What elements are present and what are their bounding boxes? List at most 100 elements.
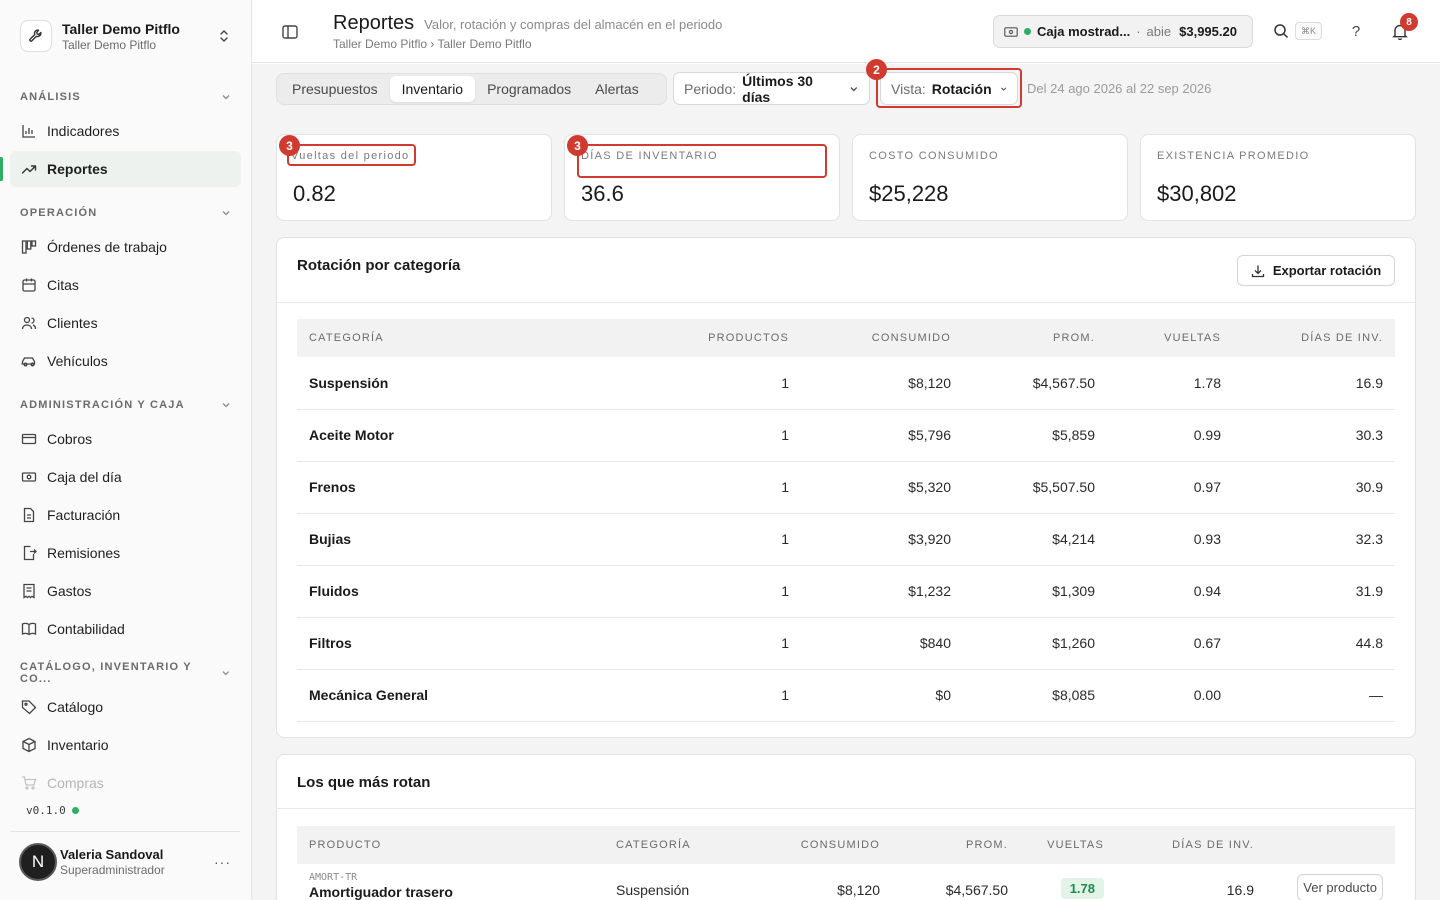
- column-header[interactable]: CONSUMIDO: [801, 319, 963, 357]
- sidebar-item-reportes[interactable]: Reportes: [0, 151, 241, 187]
- column-header[interactable]: VUELTAS: [1107, 319, 1233, 357]
- cell-category: Frenos: [297, 461, 647, 514]
- sidebar-toggle-icon[interactable]: [281, 23, 299, 41]
- user-name: Valeria Sandoval: [60, 846, 164, 862]
- table-row[interactable]: Frenos 1 $5,320 $5,507.50 0.97 30.9: [297, 461, 1395, 514]
- sidebar-item-caja-del-dia[interactable]: Caja del día: [10, 459, 241, 495]
- cell-products: 1: [647, 617, 801, 670]
- column-header[interactable]: PROM.: [892, 826, 1020, 864]
- sidebar-item-label: Caja del día: [47, 469, 122, 485]
- cell-consumed: $8,120: [801, 357, 963, 410]
- section-title: ADMINISTRACIÓN Y CAJA: [20, 399, 185, 411]
- page-title: Reportes: [333, 12, 415, 34]
- column-header[interactable]: PRODUCTO: [297, 826, 604, 864]
- stat-value: 0.82: [293, 181, 336, 206]
- section-administracion-header[interactable]: ADMINISTRACIÓN Y CAJA: [20, 397, 232, 413]
- cash-register-button[interactable]: Caja mostrad... · abie $3,995.20: [993, 15, 1253, 48]
- section-operacion-header[interactable]: OPERACIÓN: [20, 205, 232, 221]
- column-header[interactable]: VUELTAS: [1020, 826, 1116, 864]
- cell-days: 16.9: [1226, 882, 1254, 898]
- sidebar-item-indicadores[interactable]: Indicadores: [10, 113, 241, 149]
- stat-value: $30,802: [1157, 181, 1237, 206]
- user-menu[interactable]: N Valeria Sandoval Superadministrador ··…: [19, 843, 241, 881]
- product-name: Amortiguador trasero: [309, 884, 453, 900]
- table-row[interactable]: AMORT-TR Amortiguador trasero Suspensión…: [297, 864, 1395, 900]
- help-icon[interactable]: ?: [1347, 22, 1365, 40]
- section-title: ANÁLISIS: [20, 91, 81, 103]
- cell-turns: 1.78: [1020, 864, 1116, 900]
- breadcrumb[interactable]: Taller Demo Pitflo › Taller Demo Pitflo: [333, 37, 722, 51]
- table-header-row: CATEGORÍA PRODUCTOS CONSUMIDO PROM. VUEL…: [297, 319, 1395, 357]
- column-header[interactable]: PROM.: [963, 319, 1107, 357]
- file-export-icon: [20, 545, 37, 562]
- card-title: Rotación por categoría: [297, 257, 461, 274]
- table-row[interactable]: Mecánica General 1 $0 $8,085 0.00 —: [297, 669, 1395, 722]
- period-select[interactable]: Periodo: Últimos 30 días: [673, 72, 870, 105]
- sidebar-item-citas[interactable]: Citas: [10, 267, 241, 303]
- step-marker-2: 2: [866, 59, 887, 80]
- cell-turns: 0.94: [1107, 565, 1233, 618]
- view-select[interactable]: Vista: Rotación: [880, 72, 1018, 105]
- table-row[interactable]: Filtros 1 $840 $1,260 0.67 44.8: [297, 617, 1395, 670]
- column-header[interactable]: CATEGORÍA: [297, 319, 647, 357]
- sidebar-item-facturacion[interactable]: Facturación: [10, 497, 241, 533]
- cell-consumed: $1,232: [801, 565, 963, 618]
- column-header[interactable]: DÍAS DE INV.: [1233, 319, 1395, 357]
- tab-presupuestos[interactable]: Presupuestos: [280, 76, 390, 102]
- column-header[interactable]: DÍAS DE INV.: [1116, 826, 1266, 864]
- chevron-down-icon: [222, 95, 230, 100]
- tab-inventario[interactable]: Inventario: [389, 76, 476, 102]
- sidebar-item-ordenes[interactable]: Órdenes de trabajo: [10, 229, 241, 265]
- sidebar-item-cobros[interactable]: Cobros: [10, 421, 241, 457]
- view-label: Vista:: [891, 80, 926, 97]
- more-options-icon[interactable]: ···: [214, 854, 231, 870]
- cell-category: Aceite Motor: [297, 409, 647, 462]
- tab-alertas[interactable]: Alertas: [583, 76, 651, 102]
- sidebar-item-compras[interactable]: Compras: [10, 765, 241, 801]
- workspace-subtitle: Taller Demo Pitflo: [62, 38, 157, 52]
- status-dot: [71, 807, 79, 814]
- tab-programados[interactable]: Programados: [475, 76, 583, 102]
- cell-days: 31.9: [1233, 565, 1395, 618]
- cell-products: 1: [647, 461, 801, 514]
- sidebar-item-vehiculos[interactable]: Vehículos: [10, 343, 241, 379]
- column-header-actions: [1266, 826, 1395, 864]
- file-icon: [20, 507, 37, 524]
- sidebar-item-contabilidad[interactable]: Contabilidad: [10, 611, 241, 647]
- workspace-switcher[interactable]: Taller Demo Pitflo Taller Demo Pitflo: [20, 17, 240, 55]
- date-range: Del 24 ago 2026 al 22 sep 2026: [1027, 81, 1212, 96]
- cell-avg: $1,260: [963, 617, 1107, 670]
- cell-days: 16.9: [1233, 357, 1395, 410]
- sidebar-item-clientes[interactable]: Clientes: [10, 305, 241, 341]
- sidebar-item-label: Indicadores: [47, 123, 120, 139]
- sidebar-item-label: Cobros: [47, 431, 93, 447]
- export-rotation-button[interactable]: Exportar rotación: [1237, 255, 1395, 286]
- search-icon[interactable]: [1272, 22, 1290, 40]
- sidebar-item-catalogo[interactable]: Catálogo: [10, 689, 241, 725]
- table-row[interactable]: Suspensión 1 $8,120 $4,567.50 1.78 16.9: [297, 357, 1395, 410]
- table-row[interactable]: Bujias 1 $3,920 $4,214 0.93 32.3: [297, 513, 1395, 566]
- sidebar-item-remisiones[interactable]: Remisiones: [10, 535, 241, 571]
- cell-avg: $4,567.50: [963, 357, 1107, 410]
- export-rotation-label: Exportar rotación: [1272, 263, 1382, 278]
- cell-consumed: $840: [801, 617, 963, 670]
- table-row[interactable]: Fluidos 1 $1,232 $1,309 0.94 31.9: [297, 565, 1395, 618]
- divider: [277, 808, 1415, 809]
- rotation-card: Rotación por categoría Exportar rotación…: [276, 237, 1416, 738]
- sidebar-item-inventario[interactable]: Inventario: [10, 727, 241, 763]
- cell-action: Ver producto: [1266, 864, 1395, 900]
- section-title: OPERACIÓN: [20, 207, 98, 219]
- section-catalogo-header[interactable]: CATÁLOGO, INVENTARIO Y CO...: [20, 661, 232, 685]
- cell-consumed: $0: [801, 669, 963, 722]
- card-icon: [20, 431, 37, 448]
- view-product-button[interactable]: Ver producto: [1297, 874, 1383, 900]
- user-role: Superadministrador: [60, 862, 165, 877]
- column-header[interactable]: CATEGORÍA: [604, 826, 756, 864]
- sidebar-item-label: Vehículos: [47, 353, 108, 369]
- stat-card-vueltas: Vueltas del periodo 0.82: [276, 134, 552, 221]
- table-row[interactable]: Aceite Motor 1 $5,796 $5,859 0.99 30.3: [297, 409, 1395, 462]
- column-header[interactable]: CONSUMIDO: [756, 826, 892, 864]
- section-analisis-header[interactable]: ANÁLISIS: [20, 89, 232, 105]
- column-header[interactable]: PRODUCTOS: [647, 319, 801, 357]
- sidebar-item-gastos[interactable]: Gastos: [10, 573, 241, 609]
